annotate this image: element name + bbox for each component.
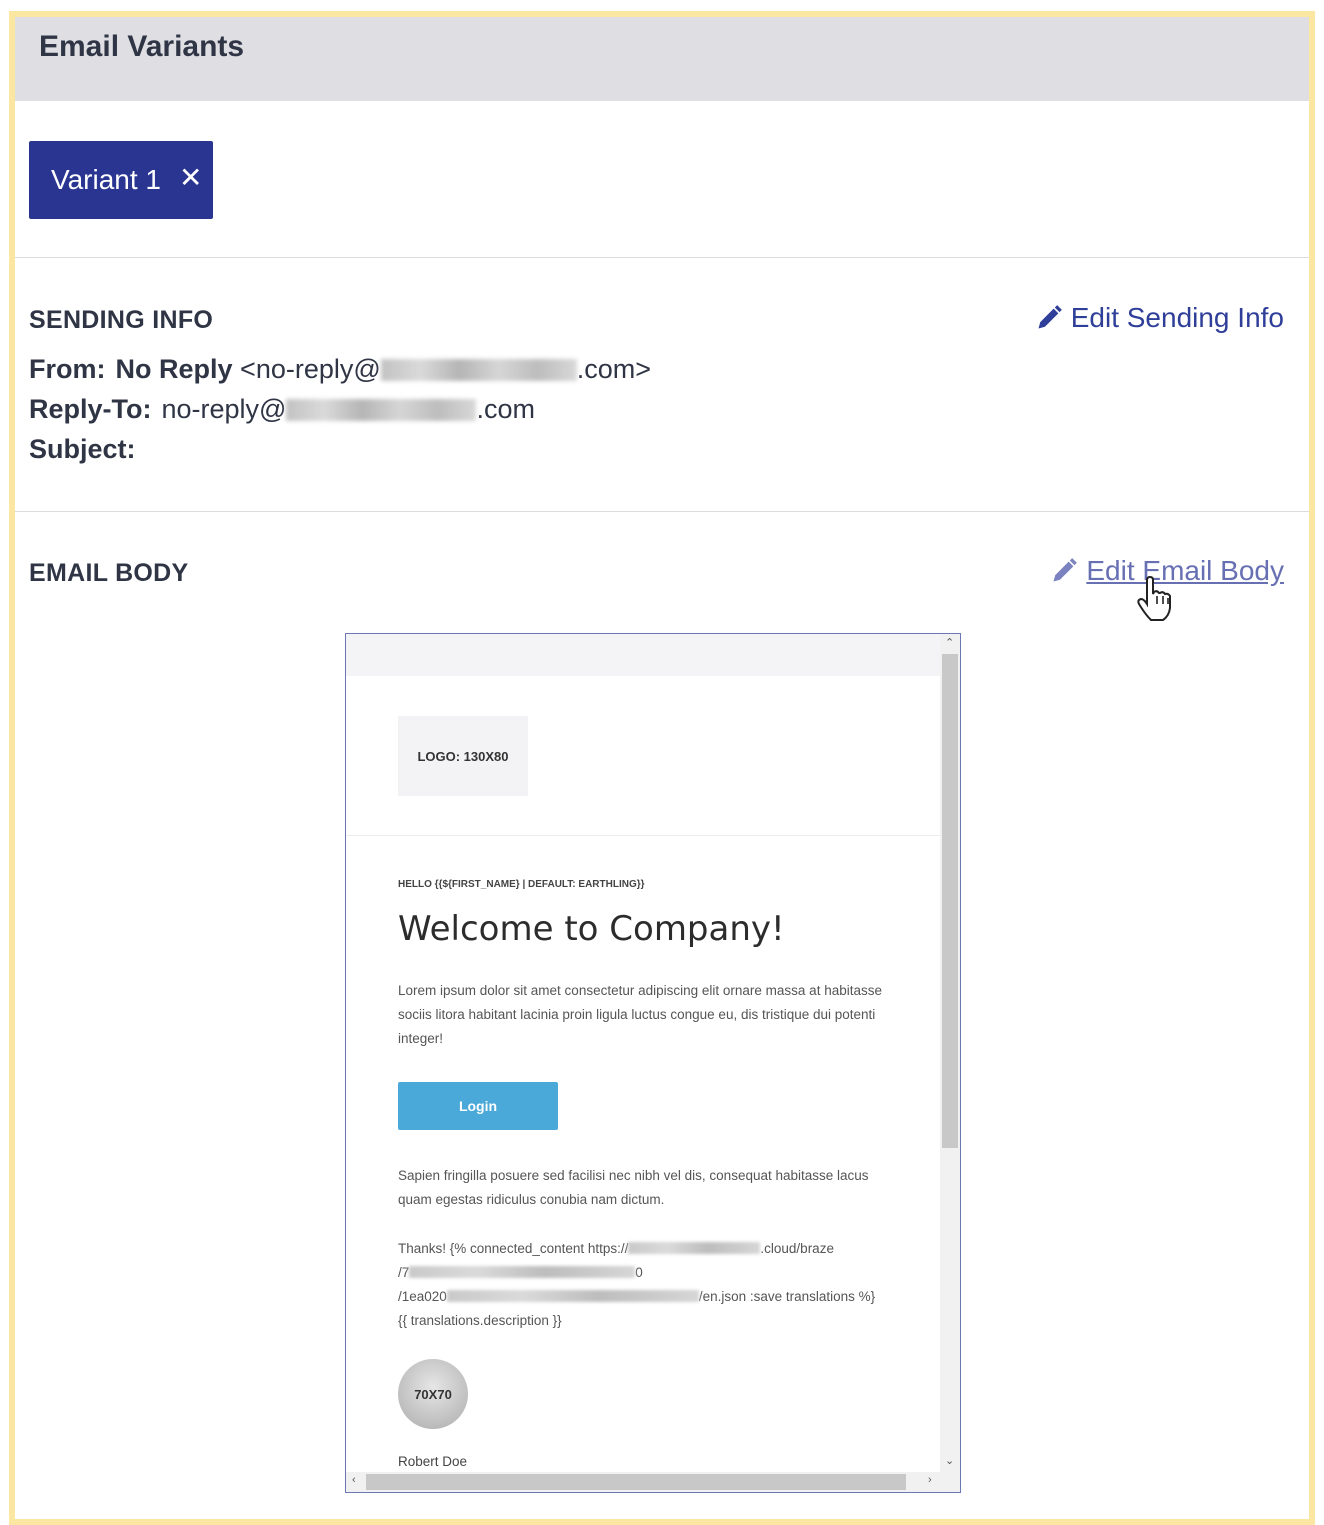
email-body-title: EMAIL BODY bbox=[29, 559, 189, 587]
edit-sending-info-link[interactable]: Edit Sending Info bbox=[1035, 302, 1284, 334]
page-title: Email Variants bbox=[39, 30, 245, 63]
sending-info-title: SENDING INFO bbox=[29, 306, 214, 334]
reply-to-prefix: no-reply@ bbox=[161, 394, 287, 424]
redacted-url bbox=[446, 1290, 699, 1302]
scroll-down-icon[interactable]: ⌄ bbox=[945, 1454, 954, 1467]
email-variants-panel: Email Variants Variant 1 ✕ SENDING INFO … bbox=[9, 11, 1315, 1525]
reply-to-suffix: .com bbox=[476, 394, 535, 424]
email-preview[interactable]: LOGO: 130X80 HELLO {{${FIRST_NAME} | DEF… bbox=[345, 633, 961, 1493]
edit-sending-info-label: Edit Sending Info bbox=[1070, 302, 1284, 333]
reply-to-line: Reply-To: no-reply@ .com bbox=[29, 394, 535, 425]
preview-top-bar bbox=[346, 634, 940, 676]
pencil-icon bbox=[1038, 305, 1062, 329]
redacted-url bbox=[409, 1266, 636, 1278]
email-paragraph-1: Lorem ipsum dolor sit amet consectetur a… bbox=[398, 983, 882, 1046]
redacted-url bbox=[628, 1242, 761, 1254]
thanks-line-3-prefix: /1ea020 bbox=[398, 1289, 447, 1304]
email-body-section: EMAIL BODY Edit Email Body LOGO: 130X80 … bbox=[15, 512, 1309, 1504]
email-headline: Welcome to Company! bbox=[398, 909, 785, 949]
subject-line: Subject: bbox=[29, 434, 146, 465]
logo-placeholder: LOGO: 130X80 bbox=[398, 716, 528, 796]
subject-label: Subject: bbox=[29, 434, 136, 464]
thanks-line-2-prefix: /7 bbox=[398, 1265, 410, 1280]
redacted-domain bbox=[380, 359, 577, 381]
panel-header: Email Variants bbox=[15, 17, 1309, 101]
email-paragraph-2: Sapien fringilla posuere sed facilisi ne… bbox=[398, 1168, 869, 1207]
thanks-line-1-suffix: .cloud/braze bbox=[760, 1241, 834, 1256]
thanks-block: Thanks! {% connected_content https:// .cl… bbox=[398, 1237, 908, 1333]
edit-email-body-label: Edit Email Body bbox=[1086, 555, 1284, 586]
variant-tab-label: Variant 1 bbox=[51, 164, 161, 195]
scroll-up-icon[interactable]: ⌃ bbox=[945, 636, 954, 649]
avatar: 70X70 bbox=[398, 1359, 468, 1429]
scroll-right-icon[interactable]: › bbox=[928, 1474, 932, 1486]
greeting-text: HELLO {{${FIRST_NAME} | DEFAULT: EARTHLI… bbox=[398, 879, 645, 890]
from-line: From: No Reply <no-reply@ .com> bbox=[29, 354, 651, 385]
thanks-line-1-prefix: Thanks! {% connected_content https:// bbox=[398, 1241, 629, 1256]
variant-tabs: Variant 1 ✕ bbox=[15, 101, 1309, 258]
vertical-scrollbar[interactable]: ⌃ ⌄ bbox=[940, 634, 960, 1472]
thanks-line-4: {{ translations.description }} bbox=[398, 1313, 562, 1328]
login-button[interactable]: Login bbox=[398, 1082, 558, 1130]
pencil-icon bbox=[1053, 558, 1078, 582]
horizontal-scrollbar[interactable]: ‹ › bbox=[346, 1472, 960, 1492]
sending-info-section: SENDING INFO Edit Sending Info From: No R… bbox=[15, 258, 1309, 512]
reply-to-label: Reply-To: bbox=[29, 394, 152, 424]
thanks-line-2-suffix: 0 bbox=[635, 1265, 643, 1280]
thanks-line-3-suffix: /en.json :save translations %} bbox=[698, 1289, 876, 1304]
from-name: No Reply bbox=[115, 354, 233, 384]
tab-variant-1[interactable]: Variant 1 ✕ bbox=[29, 141, 213, 219]
scroll-left-icon[interactable]: ‹ bbox=[352, 1474, 356, 1486]
hand-cursor-icon bbox=[1137, 576, 1171, 621]
horizontal-scroll-thumb[interactable] bbox=[366, 1474, 906, 1490]
close-icon[interactable]: ✕ bbox=[179, 161, 202, 194]
redacted-domain bbox=[286, 399, 477, 421]
from-address-prefix: <no-reply@ bbox=[240, 354, 381, 384]
preview-divider bbox=[346, 835, 940, 836]
signature-name: Robert Doe bbox=[398, 1454, 468, 1469]
from-address-suffix: .com> bbox=[576, 354, 652, 384]
vertical-scroll-thumb[interactable] bbox=[942, 654, 958, 1148]
from-label: From: bbox=[29, 354, 106, 384]
